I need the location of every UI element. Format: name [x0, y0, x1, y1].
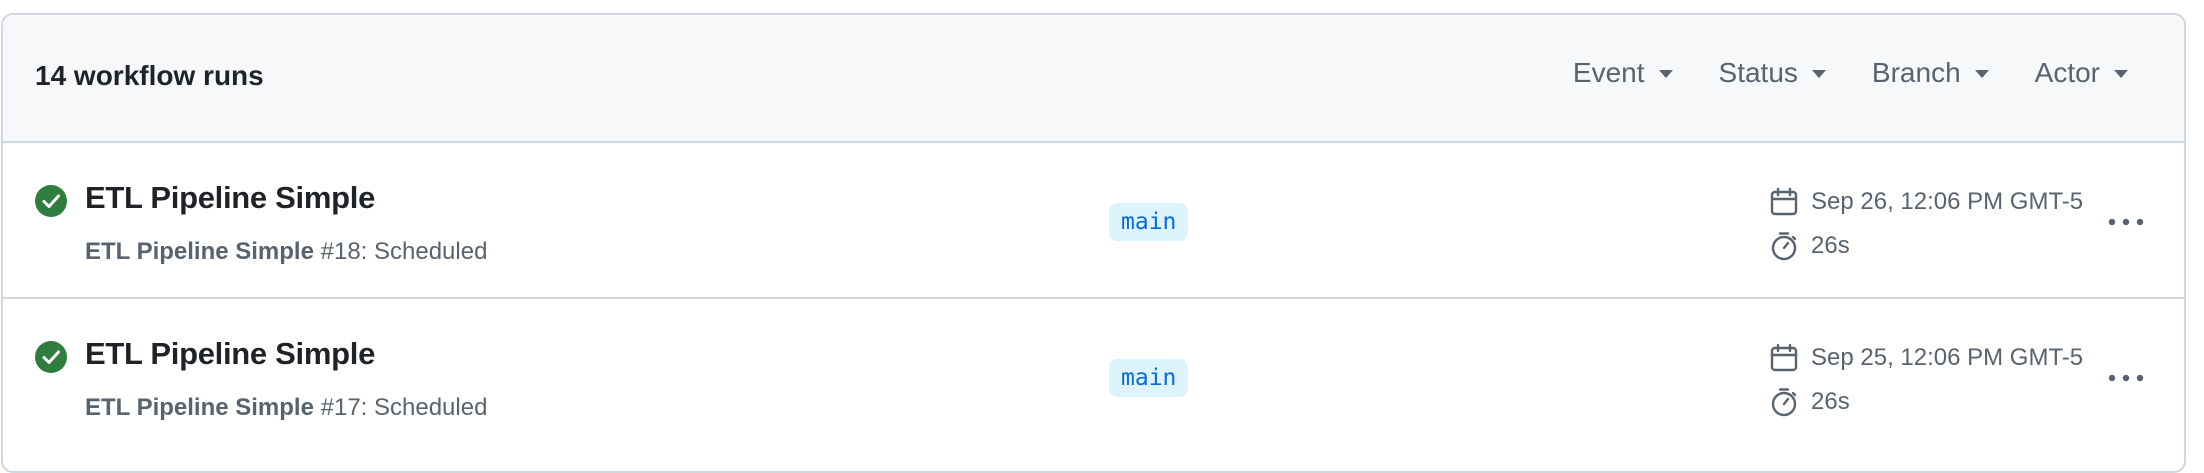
filter-branch-label: Branch	[1871, 57, 1961, 88]
run-detail: #17: Scheduled	[313, 394, 488, 421]
run-workflow-name: ETL Pipeline Simple	[85, 238, 314, 265]
run-date: Sep 25, 12:06 PM GMT-5	[1769, 343, 2083, 373]
stopwatch-icon	[1771, 232, 1797, 261]
kebab-horizontal-icon[interactable]	[2106, 371, 2146, 385]
check-circle-fill-icon	[35, 185, 67, 217]
branch-badge[interactable]: main	[1109, 359, 1189, 397]
run-workflow-name: ETL Pipeline Simple	[85, 394, 314, 421]
runs-header: 14 workflow runs Event Status Branch Act…	[3, 15, 2184, 143]
stopwatch-icon	[1771, 388, 1797, 417]
branch-badge[interactable]: main	[1109, 203, 1189, 241]
caret-down-icon	[1658, 70, 1673, 78]
filter-branch[interactable]: Branch	[1872, 55, 1989, 91]
runs-count: 14 workflow runs	[35, 60, 264, 91]
run-duration-text: 26s	[1811, 388, 1850, 415]
caret-down-icon	[2114, 70, 2128, 78]
run-duration-text: 26s	[1811, 232, 1850, 259]
workflow-runs-panel: 14 workflow runs Event Status Branch Act…	[1, 13, 2186, 473]
kebab-horizontal-icon[interactable]	[2106, 215, 2146, 229]
filter-actor[interactable]: Actor	[2035, 55, 2128, 91]
calendar-icon	[1770, 343, 1798, 372]
filter-event-label: Event	[1572, 57, 1645, 88]
calendar-icon	[1770, 187, 1798, 216]
check-circle-fill-icon	[35, 341, 67, 373]
run-title-link[interactable]: ETL Pipeline Simple	[85, 179, 375, 217]
filter-event[interactable]: Event	[1573, 55, 1673, 91]
run-detail: #18: Scheduled	[313, 238, 488, 265]
filter-bar: Event Status Branch Actor	[1527, 55, 2128, 91]
workflow-run-row: ETL Pipeline Simple ETL Pipeline Simple …	[3, 299, 2184, 455]
filter-status-label: Status	[1718, 57, 1798, 88]
filter-actor-label: Actor	[2034, 57, 2100, 88]
run-duration: 26s	[1769, 387, 1850, 417]
run-date: Sep 26, 12:06 PM GMT-5	[1769, 187, 2083, 217]
filter-status[interactable]: Status	[1719, 55, 1826, 91]
run-subtitle: ETL Pipeline Simple #18: Scheduled	[85, 237, 487, 267]
run-date-text: Sep 26, 12:06 PM GMT-5	[1811, 188, 2084, 215]
caret-down-icon	[1811, 70, 1826, 78]
run-subtitle: ETL Pipeline Simple #17: Scheduled	[85, 393, 487, 423]
caret-down-icon	[1974, 70, 1989, 78]
run-title-link[interactable]: ETL Pipeline Simple	[85, 335, 375, 373]
workflow-run-row: ETL Pipeline Simple ETL Pipeline Simple …	[3, 143, 2184, 299]
run-date-text: Sep 25, 12:06 PM GMT-5	[1811, 344, 2084, 371]
run-duration: 26s	[1769, 231, 1850, 261]
